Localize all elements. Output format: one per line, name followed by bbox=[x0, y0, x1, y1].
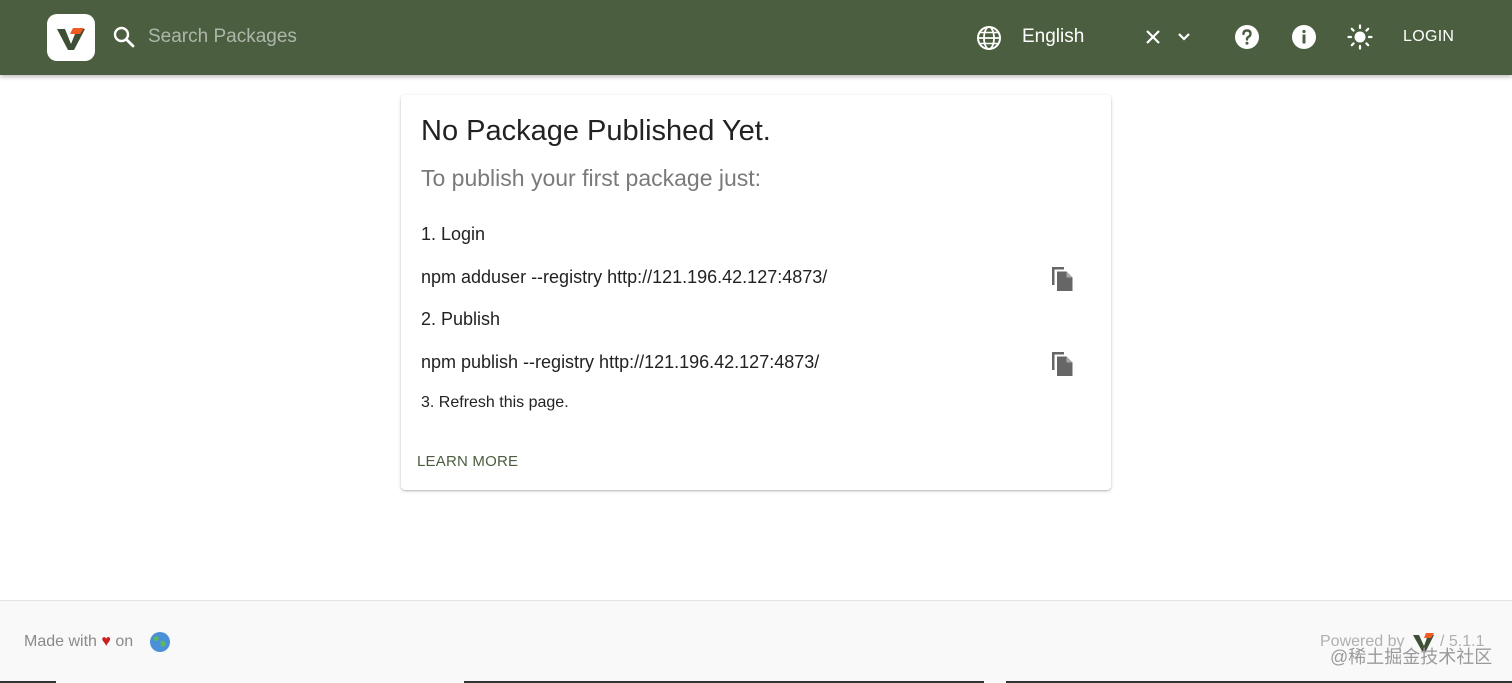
app-header: English LOGIN bbox=[0, 0, 1512, 75]
info-icon[interactable] bbox=[1291, 24, 1317, 50]
login-command: npm adduser --registry http://121.196.42… bbox=[421, 267, 828, 287]
login-button[interactable]: LOGIN bbox=[1392, 20, 1465, 54]
verdaccio-logo[interactable] bbox=[47, 14, 95, 61]
card-title: No Package Published Yet. bbox=[421, 115, 771, 147]
made-with-text: Made with ♥ on bbox=[24, 633, 133, 651]
step-publish-label: 2. Publish bbox=[421, 309, 501, 329]
language-value: English bbox=[1022, 26, 1085, 47]
earth-icon bbox=[150, 632, 170, 652]
theme-icon[interactable] bbox=[1347, 24, 1373, 50]
heart-icon: ♥ bbox=[101, 633, 111, 650]
chevron-down-icon[interactable] bbox=[1176, 30, 1192, 44]
made-with-label: Made with bbox=[24, 633, 97, 650]
help-card: No Package Published Yet. To publish you… bbox=[401, 95, 1111, 490]
step-login-label: 1. Login bbox=[421, 224, 486, 244]
on-label: on bbox=[115, 633, 134, 650]
search-icon bbox=[113, 26, 135, 48]
card-subtitle: To publish your first package just: bbox=[421, 165, 762, 191]
copy-icon[interactable] bbox=[1047, 348, 1077, 378]
help-icon[interactable] bbox=[1234, 24, 1260, 50]
verdaccio-logo-icon bbox=[57, 28, 85, 50]
publish-command: npm publish --registry http://121.196.42… bbox=[421, 352, 820, 372]
learn-more-link[interactable]: LEARN MORE bbox=[417, 453, 518, 470]
step-refresh-label: 3. Refresh this page. bbox=[421, 394, 569, 411]
app-footer: Made with ♥ on Powered by / 5.1.1 @稀土掘金技… bbox=[0, 600, 1512, 683]
clear-icon[interactable] bbox=[1144, 28, 1162, 46]
search-input[interactable] bbox=[148, 22, 548, 52]
watermark-text: @稀土掘金技术社区 bbox=[1330, 647, 1493, 667]
copy-icon[interactable] bbox=[1047, 263, 1077, 293]
globe-icon bbox=[977, 26, 1001, 50]
